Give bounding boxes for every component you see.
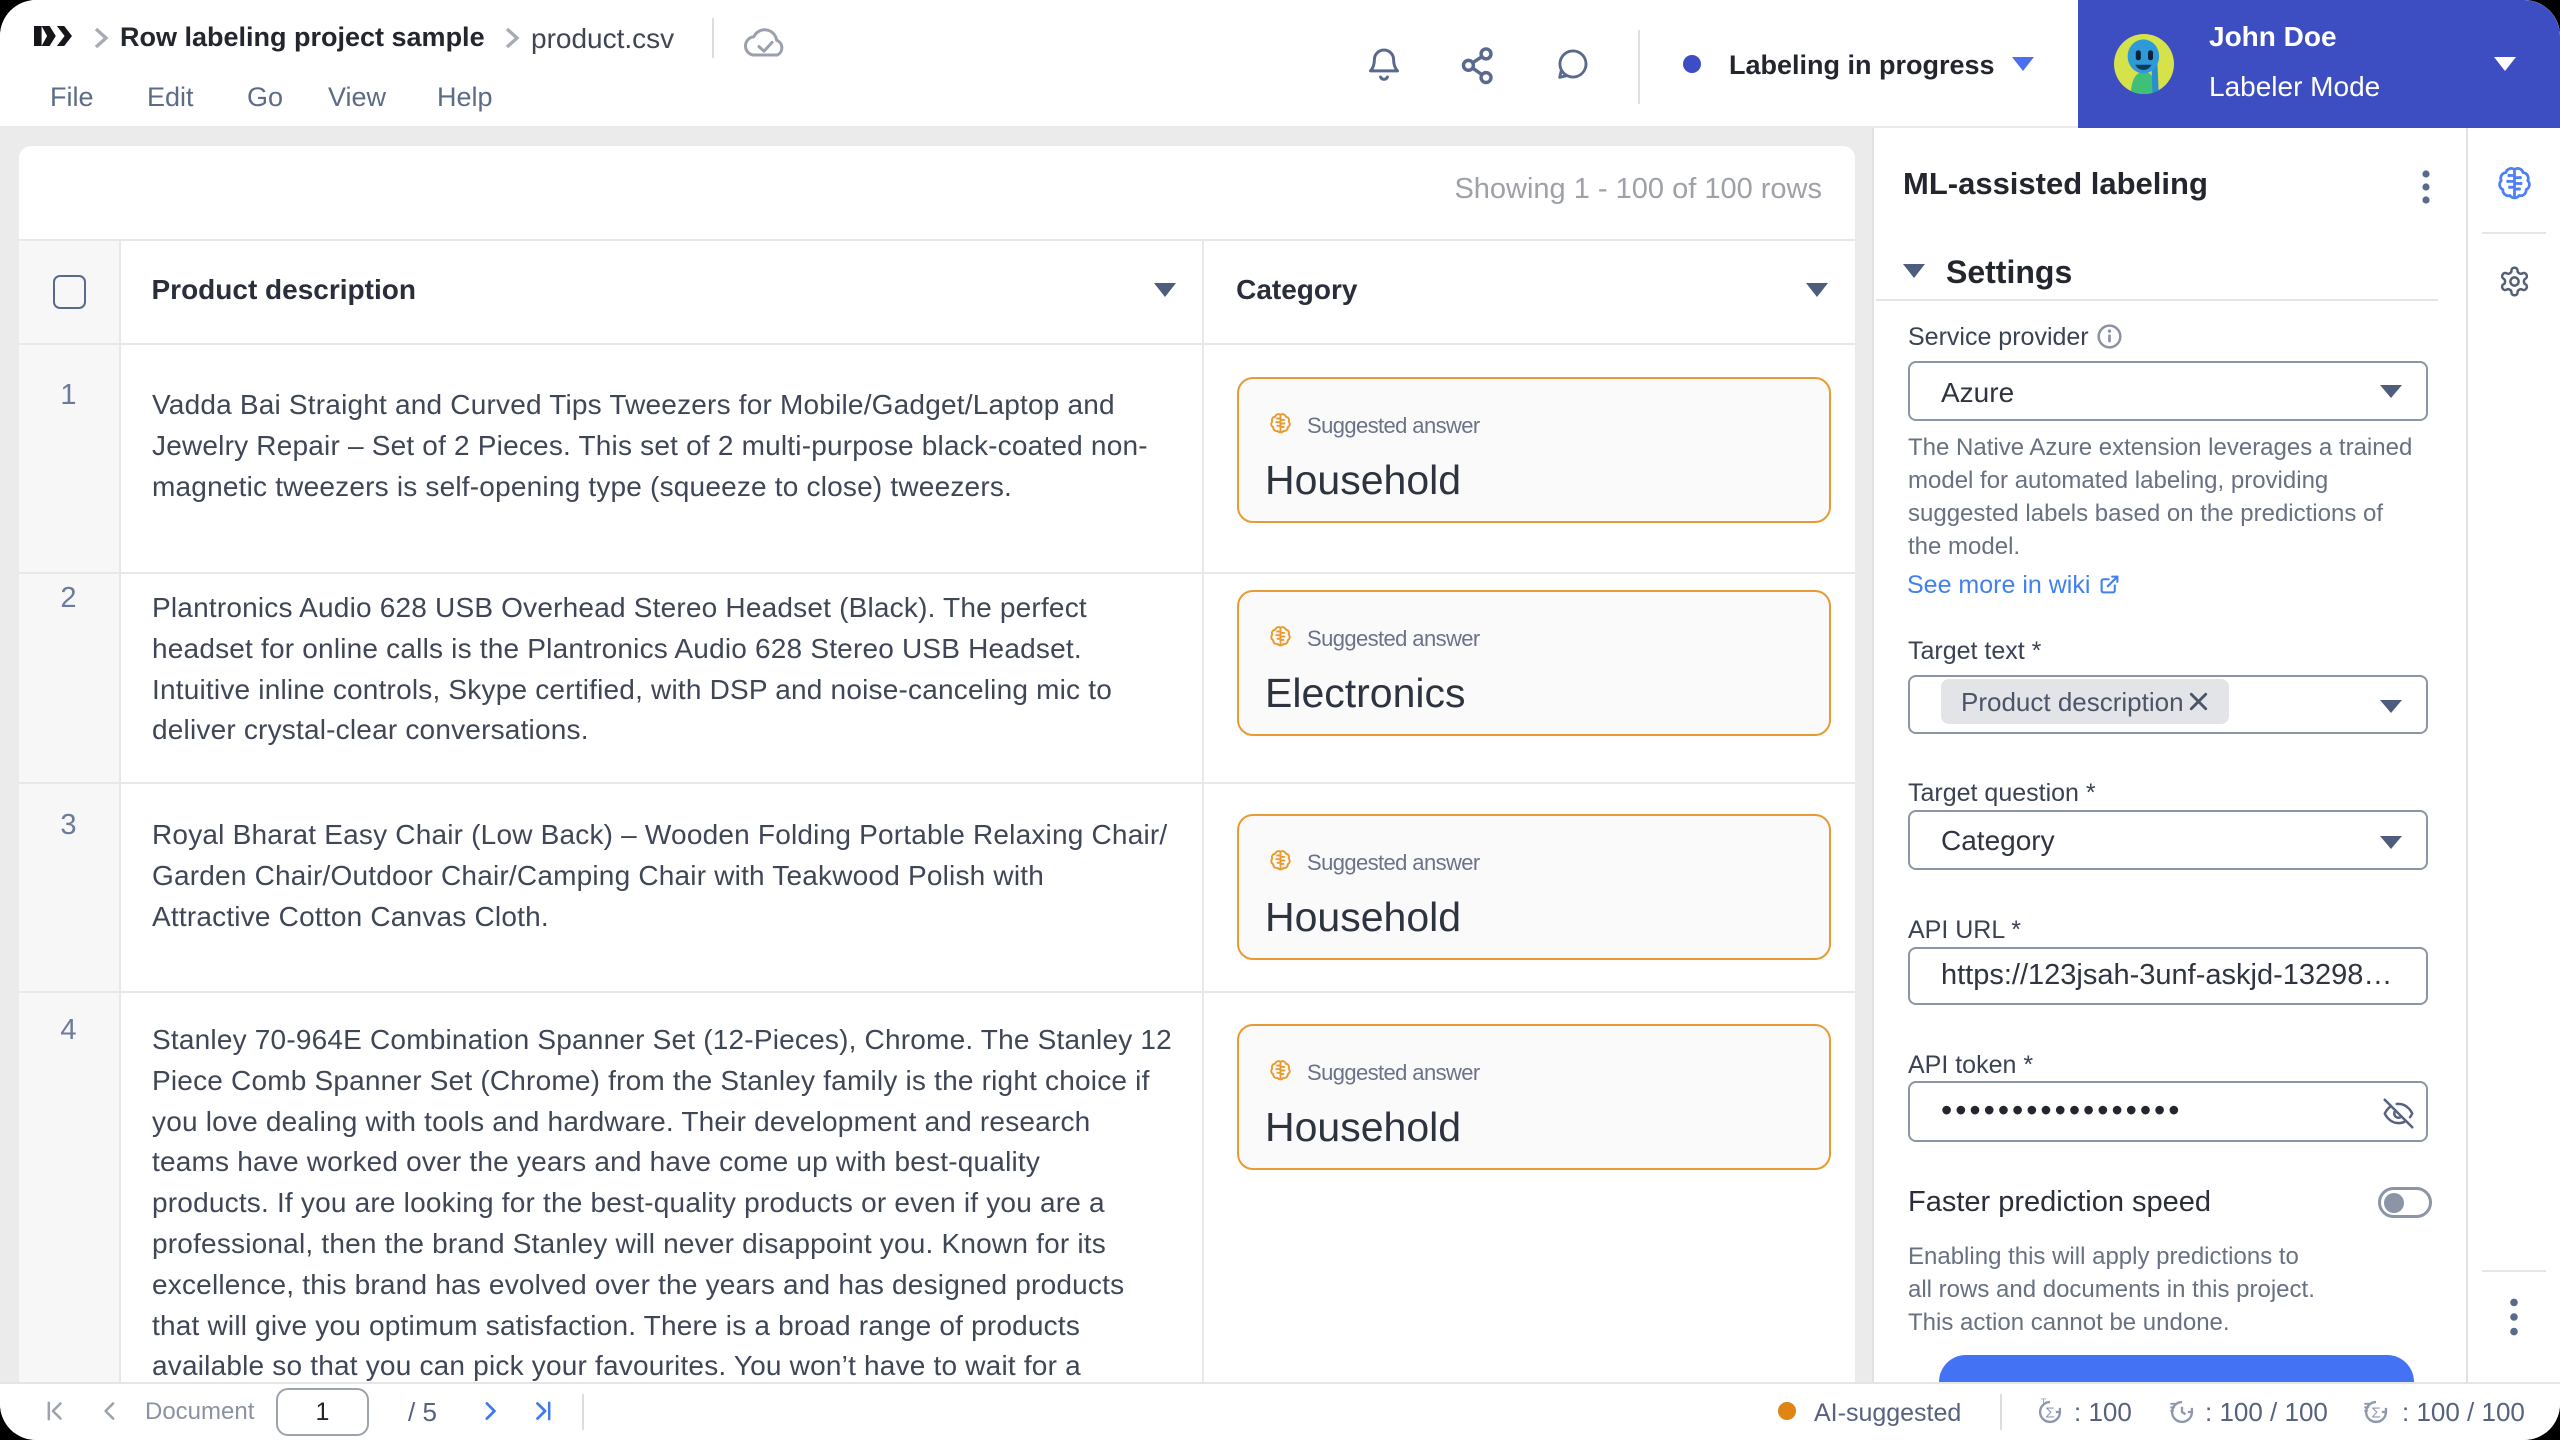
svg-text:Σ: Σ	[2371, 1404, 2380, 1421]
svg-text:Σ: Σ	[2045, 1404, 2054, 1421]
